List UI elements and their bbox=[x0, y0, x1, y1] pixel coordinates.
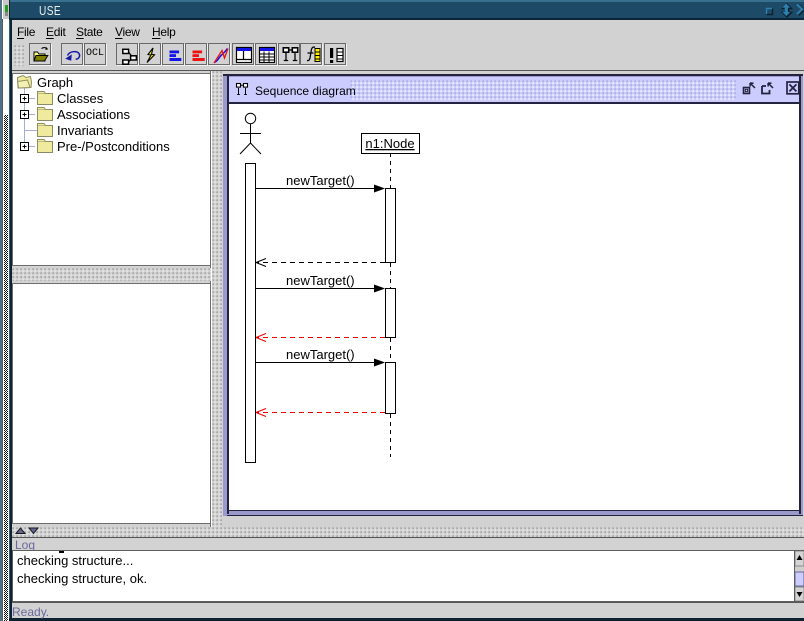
svg-text:Graph: Graph bbox=[37, 75, 73, 90]
svg-text:Pre-/Postconditions: Pre-/Postconditions bbox=[57, 139, 170, 154]
svg-text:newTarget(): newTarget() bbox=[286, 273, 355, 288]
svg-text:Classes: Classes bbox=[57, 91, 104, 106]
svg-text:newTarget(): newTarget() bbox=[286, 347, 355, 362]
svg-text:Invariants: Invariants bbox=[57, 123, 114, 138]
svg-text:n1:Node: n1:Node bbox=[365, 136, 414, 151]
svg-text:Associations: Associations bbox=[57, 107, 130, 122]
svg-text:newTarget(): newTarget() bbox=[286, 173, 355, 188]
